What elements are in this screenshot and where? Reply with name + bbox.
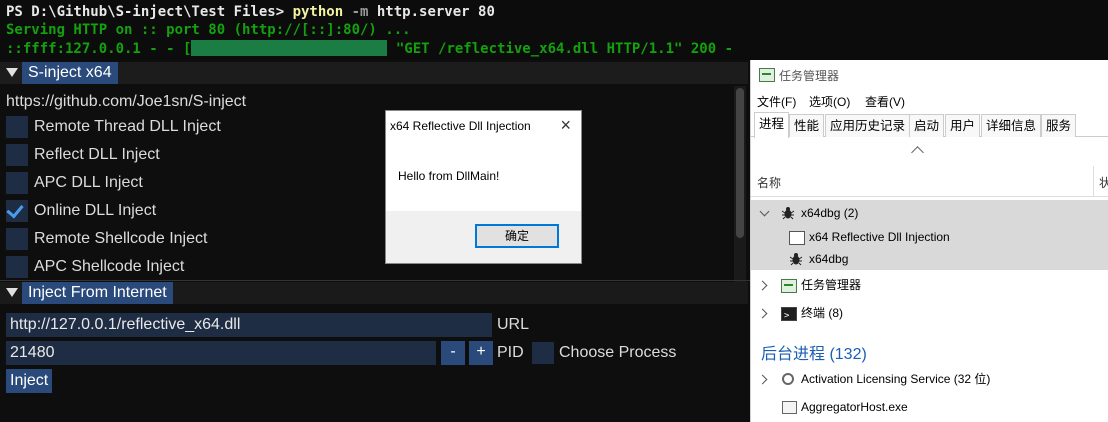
window-icon bbox=[789, 231, 805, 245]
column-separator[interactable] bbox=[1093, 166, 1094, 196]
chevron-right-icon[interactable] bbox=[757, 308, 768, 319]
tab-details[interactable]: 详细信息 bbox=[981, 114, 1042, 137]
process-name: x64 Reflective Dll Injection bbox=[809, 230, 950, 244]
checkbox[interactable] bbox=[6, 144, 28, 166]
option-label: Remote Thread DLL Inject bbox=[34, 118, 221, 135]
url-label: URL bbox=[497, 316, 530, 333]
inject-button[interactable]: Inject bbox=[6, 369, 53, 393]
window-title: S-inject x64 bbox=[22, 62, 118, 84]
process-row[interactable]: Activation Licensing Service (32 位) bbox=[751, 368, 1108, 390]
terminal-line-1: PS D:\Github\S-inject\Test Files> python… bbox=[6, 3, 495, 21]
chevron-right-icon[interactable] bbox=[757, 280, 768, 291]
sort-up-icon[interactable] bbox=[911, 146, 924, 159]
terminal-icon bbox=[781, 305, 797, 327]
bug-icon bbox=[789, 253, 803, 266]
dialog-titlebar[interactable]: x64 Reflective Dll Injection × bbox=[386, 111, 581, 141]
close-icon[interactable]: × bbox=[560, 115, 571, 136]
bug-icon bbox=[781, 207, 795, 220]
tab-app-history[interactable]: 应用历史记录 bbox=[825, 114, 911, 137]
process-name: 终端 (8) bbox=[801, 306, 844, 320]
ok-button[interactable]: 确定 bbox=[475, 224, 559, 248]
process-child-row[interactable]: x64 Reflective Dll Injection bbox=[751, 226, 1108, 248]
taskmgr-titlebar[interactable]: 任务管理器 bbox=[751, 60, 1108, 88]
terminal-flag: -m bbox=[343, 4, 377, 20]
window-titlebar[interactable]: S-inject x64 bbox=[0, 62, 748, 84]
process-name: x64dbg bbox=[809, 252, 849, 266]
scrollbar[interactable] bbox=[734, 86, 746, 304]
task-manager-window: 任务管理器 文件(F) 选项(O) 查看(V) 进程 性能 应用历史记录 启动 … bbox=[750, 60, 1108, 422]
terminal-log-prefix: ::ffff:127.0.0.1 - - [ bbox=[6, 41, 192, 57]
background-processes-header: 后台进程 (132) bbox=[761, 346, 867, 363]
taskmgr-tabs: 进程 性能 应用历史记录 启动 用户 详细信息 服务 bbox=[751, 112, 1108, 138]
taskmgr-title: 任务管理器 bbox=[779, 69, 840, 83]
terminal-line-2: Serving HTTP on :: port 80 (http://[::]:… bbox=[6, 22, 411, 38]
message-box: x64 Reflective Dll Injection × Hello fro… bbox=[385, 110, 582, 264]
process-row[interactable]: 终端 (8) bbox=[751, 302, 1108, 327]
task-manager-icon bbox=[781, 279, 797, 293]
menu-options[interactable]: 选项(O) bbox=[809, 93, 850, 110]
tab-services[interactable]: 服务 bbox=[1041, 114, 1077, 137]
column-name[interactable]: 名称 bbox=[757, 174, 781, 191]
terminal-prompt: PS D:\Github\S-inject\Test Files> bbox=[6, 4, 293, 20]
terminal-log-suffix: "GET /reflective_x64.dll HTTP/1.1" 200 - bbox=[387, 41, 734, 57]
process-name: Activation Licensing Service (32 位) bbox=[801, 372, 991, 386]
column-status[interactable]: 状 bbox=[1099, 174, 1108, 191]
section-divider bbox=[0, 280, 750, 281]
pid-increment-button[interactable]: + bbox=[469, 341, 493, 365]
process-child-row[interactable]: x64dbg bbox=[751, 248, 1108, 270]
checkbox[interactable] bbox=[6, 228, 28, 250]
terminal-window: PS D:\Github\S-inject\Test Files> python… bbox=[0, 0, 1108, 60]
redacted-block bbox=[191, 40, 388, 56]
column-header: 名称 状 bbox=[751, 166, 1108, 197]
option-label: Remote Shellcode Inject bbox=[34, 230, 208, 247]
pid-decrement-button[interactable]: - bbox=[441, 341, 465, 365]
dialog-title: x64 Reflective Dll Injection bbox=[390, 119, 531, 133]
tab-startup[interactable]: 启动 bbox=[909, 114, 945, 137]
process-row[interactable]: 任务管理器 bbox=[751, 274, 1108, 296]
menu-view[interactable]: 查看(V) bbox=[865, 93, 905, 110]
process-row[interactable]: AggregatorHost.exe bbox=[751, 396, 1108, 418]
service-gear-icon bbox=[782, 373, 794, 385]
checkbox[interactable] bbox=[6, 172, 28, 194]
tab-processes[interactable]: 进程 bbox=[754, 112, 790, 138]
terminal-args: http.server 80 bbox=[376, 4, 495, 20]
chevron-down-icon[interactable] bbox=[759, 206, 770, 217]
collapse-triangle-icon[interactable] bbox=[6, 68, 18, 77]
terminal-cmd: python bbox=[292, 4, 344, 20]
pid-input[interactable]: 21480 bbox=[6, 341, 436, 365]
pid-label: PID bbox=[497, 344, 524, 361]
tab-users[interactable]: 用户 bbox=[945, 114, 981, 137]
github-link[interactable]: https://github.com/Joe1sn/S-inject bbox=[6, 90, 246, 114]
s-inject-window: S-inject x64 https://github.com/Joe1sn/S… bbox=[0, 60, 750, 422]
checkbox[interactable] bbox=[6, 116, 28, 138]
checkmark-icon[interactable] bbox=[6, 200, 28, 222]
process-name: x64dbg (2) bbox=[801, 206, 859, 220]
option-label: APC Shellcode Inject bbox=[34, 258, 185, 275]
menu-file[interactable]: 文件(F) bbox=[757, 93, 796, 110]
process-name: 任务管理器 bbox=[801, 278, 862, 292]
app-window-icon bbox=[782, 401, 797, 414]
dialog-message: Hello from DllMain! bbox=[398, 169, 500, 183]
terminal-line-3: ::ffff:127.0.0.1 - - [ "GET /reflective_… bbox=[6, 40, 733, 58]
process-name: AggregatorHost.exe bbox=[801, 400, 908, 414]
process-row[interactable]: x64dbg (2) bbox=[751, 202, 1108, 224]
scrollbar-thumb[interactable] bbox=[736, 88, 744, 238]
option-label: Reflect DLL Inject bbox=[34, 146, 160, 163]
checkbox[interactable] bbox=[6, 256, 28, 278]
dialog-body: Hello from DllMain! bbox=[386, 141, 581, 211]
task-manager-icon bbox=[759, 68, 775, 82]
collapse-triangle-icon[interactable] bbox=[6, 288, 18, 297]
url-input[interactable]: http://127.0.0.1/reflective_x64.dll bbox=[6, 313, 492, 337]
option-label: APC DLL Inject bbox=[34, 174, 143, 191]
section-header[interactable]: Inject From Internet bbox=[0, 282, 748, 304]
option-label: Online DLL Inject bbox=[34, 202, 157, 219]
tab-performance[interactable]: 性能 bbox=[789, 114, 825, 137]
section-title: Inject From Internet bbox=[22, 282, 173, 304]
choose-process-label: Choose Process bbox=[559, 344, 677, 361]
chevron-right-icon[interactable] bbox=[757, 374, 768, 385]
choose-process-checkbox[interactable] bbox=[532, 342, 554, 364]
